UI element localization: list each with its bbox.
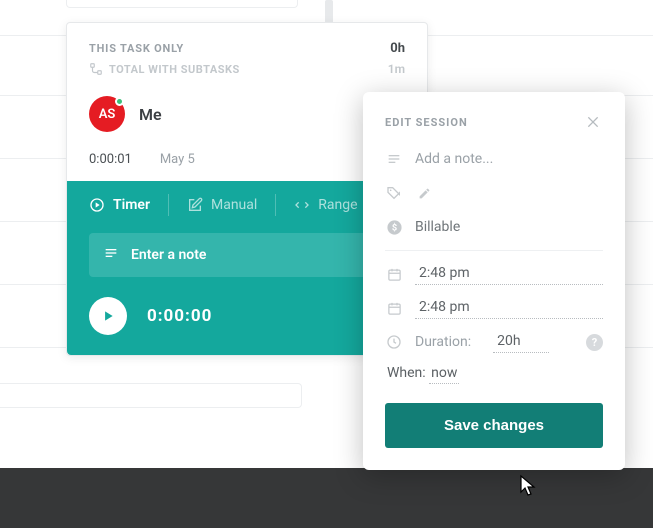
timer-value: 0:00:00 bbox=[147, 306, 212, 326]
calendar-icon bbox=[385, 267, 403, 282]
start-timer-button[interactable] bbox=[89, 297, 127, 335]
edit-icon bbox=[187, 197, 203, 213]
note-field-row[interactable]: Add a note... bbox=[385, 148, 603, 170]
note-input[interactable]: Enter a note bbox=[89, 233, 405, 277]
duration-input[interactable] bbox=[493, 331, 549, 353]
svg-text:$: $ bbox=[391, 222, 396, 233]
popup-title: EDIT SESSION bbox=[385, 116, 468, 129]
tags-row[interactable] bbox=[385, 182, 603, 204]
tab-manual[interactable]: Manual bbox=[187, 193, 257, 217]
tag-icon bbox=[385, 185, 403, 201]
calendar-icon bbox=[385, 301, 403, 316]
tab-separator bbox=[168, 194, 169, 216]
avatar-initials: AS bbox=[99, 107, 116, 122]
note-placeholder: Enter a note bbox=[131, 247, 206, 263]
session-date: May 5 bbox=[160, 152, 195, 167]
billable-label: Billable bbox=[415, 219, 603, 235]
total-subtasks-label: TOTAL WITH SUBTASKS bbox=[109, 63, 240, 76]
lines-icon bbox=[385, 151, 403, 167]
end-time-row bbox=[385, 297, 603, 319]
divider bbox=[385, 250, 603, 251]
play-circle-icon bbox=[89, 197, 105, 213]
help-icon[interactable]: ? bbox=[586, 334, 603, 351]
when-value[interactable]: now bbox=[429, 365, 459, 384]
billable-row[interactable]: $ Billable bbox=[385, 216, 603, 238]
tab-range-label: Range bbox=[318, 197, 357, 213]
subtasks-icon bbox=[89, 62, 103, 76]
lines-icon bbox=[103, 245, 119, 265]
tab-timer[interactable]: Timer bbox=[89, 193, 150, 217]
save-changes-button[interactable]: Save changes bbox=[385, 403, 603, 448]
edit-session-popup: EDIT SESSION Add a note... $ Billable bbox=[363, 92, 625, 470]
avatar: AS bbox=[89, 96, 125, 132]
duration-row: Duration: ? bbox=[385, 331, 603, 353]
note-placeholder: Add a note... bbox=[415, 151, 603, 167]
assignee-name: Me bbox=[139, 105, 162, 124]
start-time-row bbox=[385, 263, 603, 285]
tab-timer-label: Timer bbox=[113, 197, 150, 213]
pencil-icon bbox=[415, 187, 433, 200]
duration-label: Duration: bbox=[415, 334, 471, 350]
when-label: When: bbox=[387, 365, 426, 381]
tab-separator bbox=[275, 194, 276, 216]
session-duration: 0:00:01 bbox=[89, 152, 132, 167]
presence-indicator bbox=[115, 97, 124, 106]
this-task-value: 0h bbox=[390, 41, 405, 56]
tab-range[interactable]: Range bbox=[294, 193, 357, 217]
when-row: When: now bbox=[387, 365, 603, 381]
end-time-input[interactable] bbox=[415, 297, 603, 319]
total-subtasks-value: 1m bbox=[388, 62, 405, 76]
start-time-input[interactable] bbox=[415, 263, 603, 285]
tab-manual-label: Manual bbox=[211, 197, 257, 213]
dollar-icon: $ bbox=[385, 219, 403, 236]
close-button[interactable] bbox=[583, 112, 603, 132]
range-icon bbox=[294, 197, 310, 213]
clock-icon bbox=[385, 334, 403, 350]
this-task-label: THIS TASK ONLY bbox=[89, 42, 184, 55]
